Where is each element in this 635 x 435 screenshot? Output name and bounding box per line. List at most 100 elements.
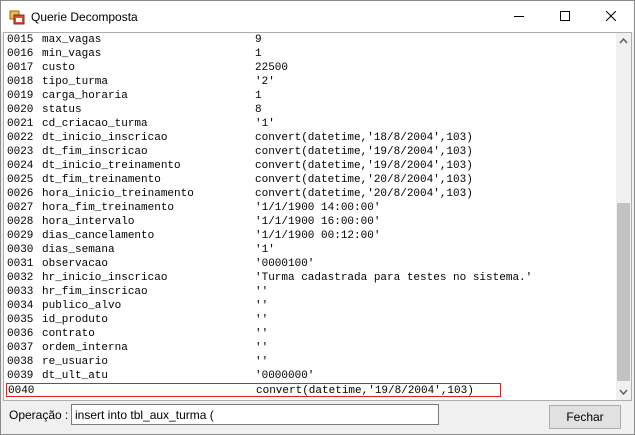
field-name: cd_criacao_turma	[42, 118, 148, 130]
line-number: 0027	[7, 202, 34, 214]
line-number: 0029	[7, 230, 34, 242]
line-number: 0031	[7, 258, 34, 270]
field-name: status	[42, 104, 82, 116]
close-button[interactable]: Fechar	[549, 405, 621, 429]
chevron-down-icon	[619, 389, 628, 396]
field-value: 1	[255, 90, 262, 102]
line-number: 0025	[7, 174, 34, 186]
list-item[interactable]: 0018 tipo_turma '2'	[4, 75, 616, 89]
field-value: 8	[255, 104, 262, 116]
list-item[interactable]: 0025 dt_fim_treinamento convert(datetime,'…	[4, 173, 616, 187]
app-window-icon	[9, 9, 25, 25]
field-name: hora_inicio_treinamento	[42, 188, 194, 200]
list-item[interactable]: 0036 contrato ''	[4, 327, 616, 341]
list-item[interactable]: 0022 dt_inicio_inscricao convert(datetime,…	[4, 131, 616, 145]
scroll-up-button[interactable]	[616, 33, 631, 49]
field-value: convert(datetime,'20/8/2004',103)	[255, 188, 473, 200]
field-name: dt_inicio_inscricao	[42, 132, 168, 144]
line-number: 0019	[7, 90, 34, 102]
vertical-scrollbar[interactable]	[616, 33, 631, 400]
field-name: dt_fim_treinamento	[42, 174, 161, 186]
field-name: carga_horaria	[42, 90, 128, 102]
line-number: 0040	[8, 385, 35, 397]
line-number: 0015	[7, 34, 34, 46]
field-value: '0000000'	[255, 370, 315, 382]
line-number: 0030	[7, 244, 34, 256]
field-name: hr_inicio_inscricao	[42, 272, 168, 284]
list-item[interactable]: 0028 hora_intervalo '1/1/1900 16:00:00'	[4, 215, 616, 229]
list-item[interactable]: 0030 dias_semana '1'	[4, 243, 616, 257]
line-number: 0039	[7, 370, 34, 382]
title-bar[interactable]: Querie Decomposta	[1, 1, 634, 32]
list-item[interactable]: 0029 dias_cancelamento '1/1/1900 00:12:00'	[4, 229, 616, 243]
operation-label: Operação :	[9, 408, 69, 422]
field-value: 9	[255, 34, 262, 46]
field-name: max_vagas	[42, 34, 102, 46]
line-number: 0037	[7, 342, 34, 354]
field-value: ''	[255, 356, 269, 368]
list-item[interactable]: 0015 max_vagas 9	[4, 33, 616, 47]
field-name: custo	[42, 62, 76, 74]
line-number: 0036	[7, 328, 34, 340]
list-item[interactable]: 0023 dt_fim_inscricao convert(datetime,'19…	[4, 145, 616, 159]
field-name: ordem_interna	[42, 342, 128, 354]
list-item[interactable]: 0039 dt_ult_atu '0000000'	[4, 369, 616, 383]
line-number: 0033	[7, 286, 34, 298]
field-value: '1'	[255, 244, 275, 256]
line-number: 0018	[7, 76, 34, 88]
list-item[interactable]: 0026 hora_inicio_treinamento convert(datet…	[4, 187, 616, 201]
field-value: '2'	[255, 76, 275, 88]
field-value: ''	[255, 286, 269, 298]
list-item[interactable]: 0037 ordem_interna ''	[4, 341, 616, 355]
list-item-selected[interactable]: 0040 convert(datetime,'19/8/2004',103)	[6, 383, 501, 397]
field-value: '1'	[255, 118, 275, 130]
list-item[interactable]: 0020 status 8	[4, 103, 616, 117]
scroll-thumb[interactable]	[617, 203, 630, 381]
field-value: ''	[255, 314, 269, 326]
list-item[interactable]: 0034 publico_alvo ''	[4, 299, 616, 313]
minimize-icon	[514, 16, 524, 17]
list-item[interactable]: 0021 cd_criacao_turma '1'	[4, 117, 616, 131]
field-value: '1/1/1900 16:00:00'	[255, 216, 381, 228]
window-title: Querie Decomposta	[31, 10, 138, 24]
line-number: 0032	[7, 272, 34, 284]
scroll-down-button[interactable]	[616, 384, 631, 400]
maximize-icon	[560, 11, 570, 21]
list-item[interactable]: 0031 observacao '0000100'	[4, 257, 616, 271]
line-number: 0023	[7, 146, 34, 158]
field-value: 'Turma cadastrada para testes no sistema…	[255, 272, 533, 284]
list-item[interactable]: 0033 hr_fim_inscricao ''	[4, 285, 616, 299]
line-number: 0024	[7, 160, 34, 172]
operation-input[interactable]	[71, 404, 439, 425]
field-name: re_usuario	[42, 356, 109, 368]
maximize-button[interactable]	[542, 1, 588, 32]
field-value: '1/1/1900 00:12:00'	[255, 230, 381, 242]
list-item[interactable]: 0038 re_usuario ''	[4, 355, 616, 369]
list-item[interactable]: 0024 dt_inicio_treinamento convert(datetim…	[4, 159, 616, 173]
field-name: hora_fim_treinamento	[42, 202, 175, 214]
line-number: 0028	[7, 216, 34, 228]
chevron-up-icon	[619, 37, 628, 44]
field-value: '1/1/1900 14:00:00'	[255, 202, 381, 214]
list-item[interactable]: 0027 hora_fim_treinamento '1/1/1900 14:00:…	[4, 201, 616, 215]
field-name: dias_semana	[42, 244, 115, 256]
field-name: hr_fim_inscricao	[42, 286, 148, 298]
query-listbox[interactable]: 0015 max_vagas 9 0016 min_vagas 1 0017 custo 225…	[3, 32, 632, 401]
list-item[interactable]: 0019 carga_horaria 1	[4, 89, 616, 103]
field-value: convert(datetime,'19/8/2004',103)	[255, 160, 473, 172]
close-window-button[interactable]	[588, 1, 634, 32]
list-item[interactable]: 0016 min_vagas 1	[4, 47, 616, 61]
line-number: 0020	[7, 104, 34, 116]
field-name: dt_inicio_treinamento	[42, 160, 181, 172]
line-number: 0016	[7, 48, 34, 60]
list-item[interactable]: 0035 id_produto ''	[4, 313, 616, 327]
line-number: 0034	[7, 300, 34, 312]
list-item[interactable]: 0032 hr_inicio_inscricao 'Turma cadastrada…	[4, 271, 616, 285]
field-value: convert(datetime,'18/8/2004',103)	[255, 132, 473, 144]
field-name: observacao	[42, 258, 109, 270]
minimize-button[interactable]	[496, 1, 542, 32]
line-number: 0035	[7, 314, 34, 326]
field-value: convert(datetime,'20/8/2004',103)	[255, 174, 473, 186]
list-item[interactable]: 0017 custo 22500	[4, 61, 616, 75]
close-icon	[606, 11, 616, 21]
